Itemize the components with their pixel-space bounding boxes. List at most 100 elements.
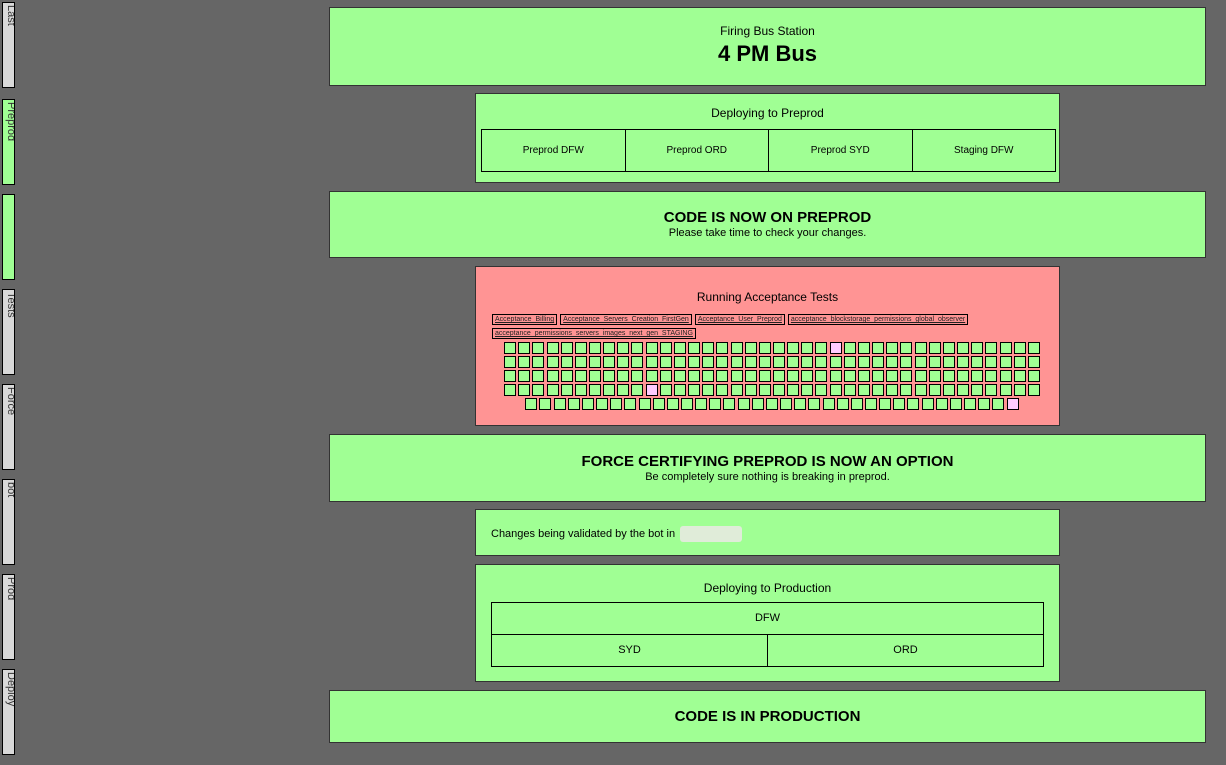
test-cell-passed[interactable] — [518, 342, 531, 354]
test-cell-passed[interactable] — [567, 398, 580, 410]
test-cell-passed[interactable] — [964, 398, 977, 410]
test-cell-passed[interactable] — [787, 370, 800, 382]
test-cell-passed[interactable] — [532, 370, 545, 382]
test-cell-passed[interactable] — [574, 342, 587, 354]
test-cell-passed[interactable] — [758, 342, 771, 354]
test-cell-passed[interactable] — [624, 398, 637, 410]
test-cell-passed[interactable] — [971, 384, 984, 396]
test-cell-passed[interactable] — [872, 384, 885, 396]
test-cell-passed[interactable] — [836, 398, 849, 410]
test-cell-passed[interactable] — [673, 384, 686, 396]
test-cell-passed[interactable] — [801, 356, 814, 368]
test-cell-passed[interactable] — [1027, 342, 1040, 354]
test-cell-passed[interactable] — [949, 398, 962, 410]
test-cell-passed[interactable] — [978, 398, 991, 410]
test-cell-passed[interactable] — [546, 370, 559, 382]
test-cell-passed[interactable] — [1013, 356, 1026, 368]
test-cell-passed[interactable] — [999, 384, 1012, 396]
test-cell-passed[interactable] — [730, 342, 743, 354]
test-cell-passed[interactable] — [1027, 384, 1040, 396]
test-cell-passed[interactable] — [560, 370, 573, 382]
test-cell-pending[interactable] — [1006, 398, 1019, 410]
test-cell-passed[interactable] — [560, 342, 573, 354]
test-cell-passed[interactable] — [723, 398, 736, 410]
test-cell-pending[interactable] — [829, 342, 842, 354]
test-cell-passed[interactable] — [780, 398, 793, 410]
tab-tests[interactable]: Tests — [2, 289, 15, 375]
test-cell-passed[interactable] — [999, 342, 1012, 354]
test-cell-passed[interactable] — [560, 356, 573, 368]
failed-test-link[interactable]: Acceptance_User_Preprod — [694, 314, 785, 325]
test-cell-passed[interactable] — [850, 398, 863, 410]
test-cell-passed[interactable] — [546, 342, 559, 354]
test-cell-passed[interactable] — [659, 356, 672, 368]
test-cell-passed[interactable] — [900, 370, 913, 382]
test-cell-passed[interactable] — [603, 384, 616, 396]
test-cell-passed[interactable] — [631, 384, 644, 396]
test-cell-passed[interactable] — [985, 384, 998, 396]
test-cell-passed[interactable] — [638, 398, 651, 410]
region-preprod-ord[interactable]: Preprod ORD — [624, 129, 769, 172]
test-cell-passed[interactable] — [1027, 370, 1040, 382]
test-cell-passed[interactable] — [716, 356, 729, 368]
test-cell-passed[interactable] — [588, 384, 601, 396]
test-cell-passed[interactable] — [659, 384, 672, 396]
test-cell-passed[interactable] — [815, 342, 828, 354]
test-cell-passed[interactable] — [645, 356, 658, 368]
test-cell-passed[interactable] — [518, 356, 531, 368]
test-cell-passed[interactable] — [504, 370, 517, 382]
test-cell-passed[interactable] — [525, 398, 538, 410]
test-cell-passed[interactable] — [688, 356, 701, 368]
test-cell-passed[interactable] — [673, 342, 686, 354]
test-cell-passed[interactable] — [666, 398, 679, 410]
test-cell-passed[interactable] — [985, 356, 998, 368]
region-staging-dfw[interactable]: Staging DFW — [911, 129, 1056, 172]
failed-test-link[interactable]: acceptance_blockstorage_permissions_glob… — [787, 314, 969, 325]
test-cell-passed[interactable] — [744, 384, 757, 396]
test-cell-pending[interactable] — [645, 384, 658, 396]
test-cell-passed[interactable] — [773, 384, 785, 396]
test-cell-passed[interactable] — [843, 356, 856, 368]
test-cell-passed[interactable] — [617, 342, 630, 354]
test-cell-passed[interactable] — [709, 398, 722, 410]
test-cell-passed[interactable] — [688, 342, 701, 354]
test-cell-passed[interactable] — [900, 356, 913, 368]
test-cell-passed[interactable] — [921, 398, 934, 410]
test-cell-passed[interactable] — [730, 370, 743, 382]
test-cell-passed[interactable] — [504, 342, 517, 354]
test-cell-passed[interactable] — [787, 356, 800, 368]
region-preprod-dfw[interactable]: Preprod DFW — [481, 129, 626, 172]
test-cell-passed[interactable] — [546, 356, 559, 368]
test-cell-passed[interactable] — [971, 342, 984, 354]
test-cell-passed[interactable] — [985, 370, 998, 382]
failed-test-link[interactable]: acceptance_permissions_servers_images_ne… — [492, 328, 696, 339]
test-cell-passed[interactable] — [588, 356, 601, 368]
test-cell-passed[interactable] — [518, 384, 531, 396]
test-cell-passed[interactable] — [702, 384, 715, 396]
test-cell-passed[interactable] — [928, 384, 941, 396]
test-cell-passed[interactable] — [744, 342, 757, 354]
test-cell-passed[interactable] — [631, 356, 644, 368]
test-cell-passed[interactable] — [942, 356, 955, 368]
test-cell-passed[interactable] — [758, 370, 771, 382]
test-cell-passed[interactable] — [532, 342, 545, 354]
test-cell-passed[interactable] — [914, 342, 927, 354]
test-cell-passed[interactable] — [744, 356, 757, 368]
test-cell-passed[interactable] — [829, 356, 842, 368]
test-cell-passed[interactable] — [957, 342, 970, 354]
test-cell-passed[interactable] — [857, 370, 870, 382]
test-cell-passed[interactable] — [631, 342, 644, 354]
test-cell-passed[interactable] — [787, 342, 800, 354]
test-cell-passed[interactable] — [801, 370, 814, 382]
test-cell-passed[interactable] — [957, 384, 970, 396]
test-cell-passed[interactable] — [822, 398, 835, 410]
test-cell-passed[interactable] — [872, 356, 885, 368]
failed-test-link[interactable]: Acceptance_Servers_Creation_FirstGen — [560, 314, 692, 325]
test-cell-passed[interactable] — [773, 370, 785, 382]
test-cell-passed[interactable] — [1013, 342, 1026, 354]
test-cell-passed[interactable] — [751, 398, 764, 410]
test-cell-passed[interactable] — [942, 384, 955, 396]
test-cell-passed[interactable] — [829, 384, 842, 396]
test-cell-passed[interactable] — [546, 384, 559, 396]
test-cell-passed[interactable] — [603, 342, 616, 354]
